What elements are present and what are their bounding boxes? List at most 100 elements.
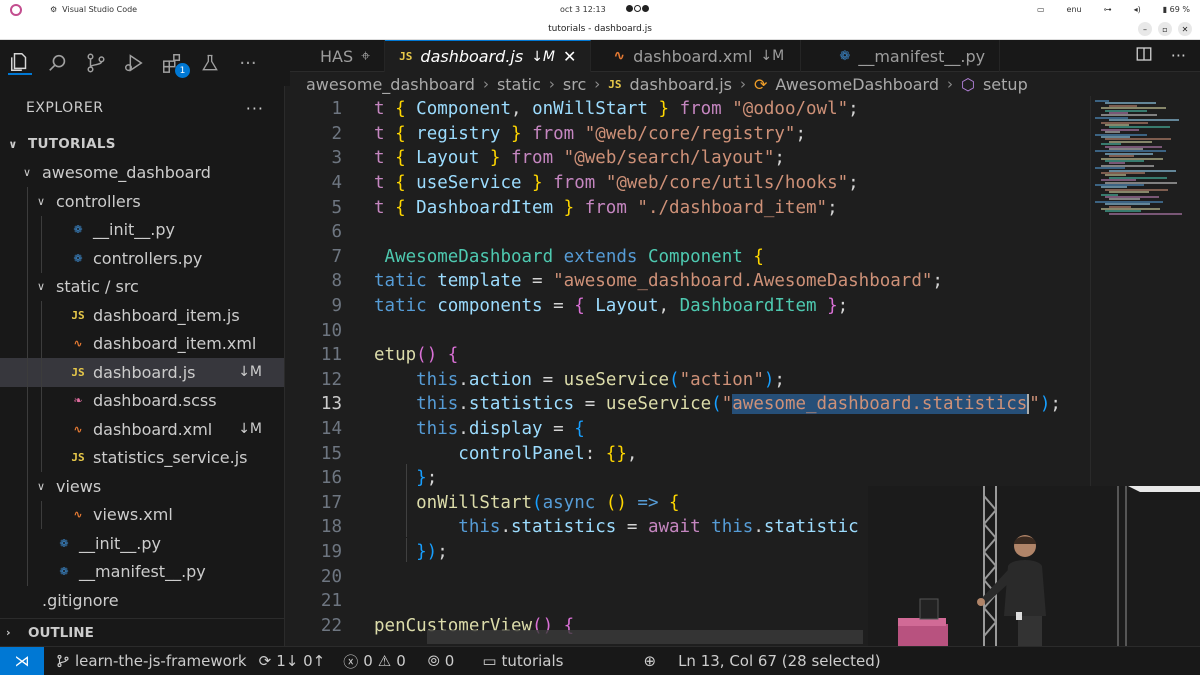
tree-item-label: __manifest__.py [79,562,206,582]
volume-icon[interactable]: ◂) [1134,5,1141,14]
tree-folder[interactable]: ∨ static / src [0,272,284,301]
tree-file[interactable]: ❁ __init__.py [0,215,284,244]
indent-guide [27,215,28,244]
breadcrumb-class[interactable]: AwesomeDashboard [775,75,939,94]
tree-folder[interactable]: ∨ awesome_dashboard [0,159,284,188]
maximize-button[interactable]: ▫ [1158,22,1172,36]
tree-file[interactable]: JS statistics_service.js [0,443,284,472]
breadcrumb-file[interactable]: dashboard.js [629,75,732,94]
code-token: "@odoo/owl" [732,99,849,120]
code-token: " [1029,394,1040,415]
extensions-icon[interactable]: 1 [160,51,190,78]
workspace-indicator[interactable] [626,5,649,12]
tab-git-badge: ↓M [531,48,556,65]
tree-file[interactable]: ∿ views.xml [0,500,284,529]
chevron-down-icon: ∨ [22,166,32,180]
close-tab-icon[interactable]: ✕ [563,47,576,66]
screen-record-icon[interactable]: ▭ [1037,5,1045,14]
breadcrumb: awesome_dashboard › static › src › JS da… [306,72,1028,96]
tree-folder[interactable]: ∨ views [0,472,284,501]
minimap[interactable] [1090,96,1200,486]
code-token: { [395,148,417,169]
cursor-position[interactable]: Ln 13, Col 67 (28 selected) [678,652,881,670]
split-editor-icon[interactable] [1135,45,1153,67]
indent-guide [27,500,28,529]
git-status-badge: ↓M [238,421,262,438]
tree-file[interactable]: ❁ __init__.py [0,529,284,558]
indent-guide [27,443,28,472]
code-token: }) [374,542,438,563]
remote-indicator-icon[interactable]: ⋊ [0,646,44,675]
network-icon[interactable]: ⊶ [1104,5,1112,14]
line-number: 6 [331,222,342,243]
breadcrumb-folder[interactable]: static [497,75,541,94]
code-token: {} [605,443,627,464]
outline-section[interactable]: › OUTLINE [0,618,285,646]
tree-file[interactable]: ∿ dashboard_item.xml [0,329,284,358]
horizontal-scrollbar[interactable] [427,630,863,644]
tree-file[interactable]: ❁ __manifest__.py [0,557,284,586]
tree-file[interactable]: ❧ dashboard.scss [0,386,284,415]
code-token: , [658,296,680,317]
workspace-root[interactable]: ∨ TUTORIALS [0,130,284,159]
js-file-icon: JS [399,50,413,63]
code-token: useService [416,173,522,194]
breadcrumb-folder[interactable]: awesome_dashboard [306,75,475,94]
tree-file[interactable]: ❁ controllers.py [0,244,284,273]
tree-file[interactable]: JS dashboard_item.js [0,301,284,330]
problems-indicator[interactable]: ⓧ 0 ⚠ 0 [343,651,406,672]
testing-flask-icon[interactable] [198,51,222,75]
os-clock[interactable]: oct 3 12:13 [560,5,606,14]
code-token: this [374,369,459,390]
keyboard-language[interactable]: enu [1067,5,1082,14]
vscode-app-icon: ⚙ [50,5,58,14]
pin-icon[interactable]: ⌖ [361,46,370,66]
line-number: 15 [320,443,342,464]
run-debug-icon[interactable] [122,51,146,75]
code-line: 13 this.statistics = useService("awesome… [290,392,1090,417]
line-number: 1 [331,99,342,120]
code-token: : [584,443,606,464]
minimize-button[interactable]: – [1138,22,1152,36]
tree-file[interactable]: .gitignore [0,586,284,615]
tree-file[interactable]: ∿ dashboard.xml ↓M [0,415,284,444]
editor-tab[interactable]: JS dashboard.js ↓M ✕ [385,40,592,72]
branch-indicator[interactable]: learn-the-js-framework [56,652,247,670]
close-window-button[interactable]: ✕ [1178,22,1192,36]
explorer-more-icon[interactable]: ··· [246,99,264,118]
battery-indicator[interactable]: ▮ 69 % [1163,5,1190,14]
ports-indicator[interactable]: ⦾ 0 [428,652,455,670]
activities-icon[interactable] [10,3,22,16]
search-icon[interactable] [46,51,70,75]
source-control-icon[interactable] [84,51,108,75]
code-text: this.statistics = await this.statistic [374,517,858,537]
code-line: 5 t { DashboardItem } from "./dashboard_i… [290,195,1090,220]
editor-tab[interactable]: ❁ __manifest__.py [801,40,1001,72]
explorer-icon[interactable] [8,51,32,75]
editor-tab[interactable]: ∿ dashboard.xml ↓M [591,40,802,72]
editor-tab[interactable]: HAS ⌖ [290,40,386,72]
zoom-indicator[interactable]: ⊕ [643,652,656,670]
os-top-bar: ⚙ Visual Studio Code oct 3 12:13 ▭ enu ⊶… [0,0,1200,19]
code-token: } [374,468,427,489]
workspace-indicator[interactable]: ▭ tutorials [482,652,563,670]
breadcrumb-method[interactable]: setup [983,75,1028,94]
indent-guide [41,443,42,472]
code-line: 11 etup() { [290,343,1090,368]
activity-bar: 1 ··· [0,40,290,86]
os-app-menu[interactable]: ⚙ Visual Studio Code [50,5,137,14]
breadcrumb-folder[interactable]: src [563,75,586,94]
tree-item-label: statistics_service.js [93,448,248,468]
battery-icon: ▮ [1162,5,1170,14]
code-line: 8 tatic template = "awesome_dashboard.Awe… [290,269,1090,294]
tree-file[interactable]: JS dashboard.js ↓M [0,358,284,387]
code-token: ; [1050,394,1061,415]
more-actions-icon[interactable]: ··· [1171,46,1186,65]
more-actions-icon[interactable]: ··· [236,51,260,75]
tree-folder[interactable]: ∨ controllers [0,187,284,216]
line-number: 10 [320,320,342,341]
sync-indicator[interactable]: ⟳ 1↓ 0↑ [259,652,326,670]
explorer-header: EXPLORER ··· [0,86,284,130]
code-token: from [679,99,733,120]
